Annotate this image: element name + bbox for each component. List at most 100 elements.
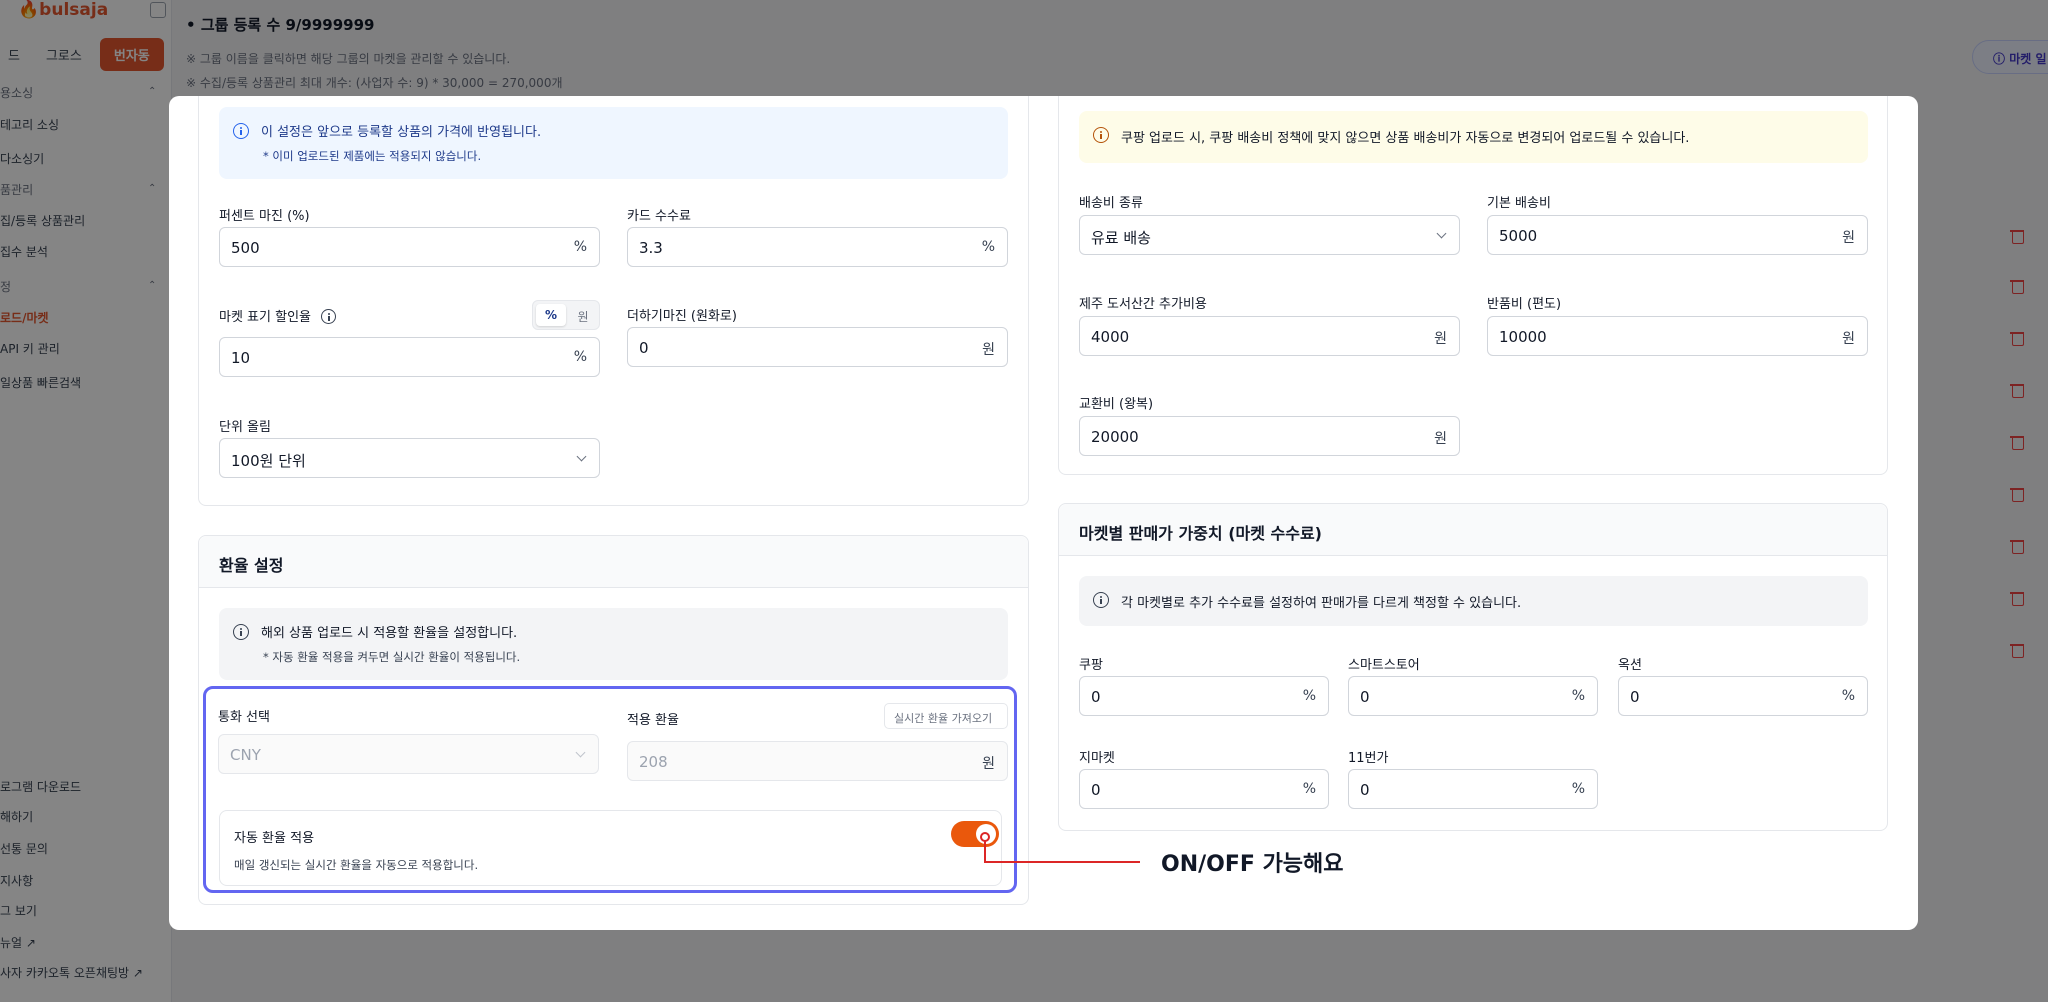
- percent-margin-input[interactable]: 500 %: [219, 227, 600, 267]
- notice-title: 해외 상품 업로드 시 적용할 환율을 설정합니다.: [261, 626, 518, 641]
- unit-label: 원: [982, 342, 995, 358]
- shipping-card: 쿠팡 업로드 시, 쿠팡 배송비 정책에 맞지 않으면 상품 배송비가 자동으로…: [1058, 96, 1888, 475]
- smartstore-input[interactable]: 0 %: [1348, 676, 1598, 716]
- auto-rate-label: 자동 환율 적용: [234, 831, 315, 846]
- market-discount-label: 마켓 표기 할인율: [219, 306, 337, 325]
- return-fee-input[interactable]: 10000 원: [1487, 316, 1868, 356]
- info-icon: [233, 123, 249, 139]
- chevron-down-icon: [576, 451, 587, 462]
- base-fee-input[interactable]: 5000 원: [1487, 215, 1868, 255]
- currency-label: 통화 선택: [218, 710, 270, 725]
- exchange-card-title: 환율 설정: [199, 536, 1028, 588]
- toggle-won[interactable]: 원: [568, 304, 598, 326]
- field-value: 10: [231, 349, 251, 367]
- unit-label: %: [1571, 781, 1585, 797]
- field-value: 500: [231, 239, 260, 257]
- field-value: 0: [1360, 688, 1370, 706]
- pricing-notice: 이 설정은 앞으로 등록할 상품의 가격에 반영됩니다. * 이미 업로드된 제…: [219, 107, 1008, 179]
- card-fee-input[interactable]: 3.3 %: [627, 227, 1008, 267]
- label-text: 마켓 표기 할인율: [219, 310, 311, 325]
- field-value: 10000: [1499, 328, 1547, 346]
- unit-label: %: [573, 349, 587, 365]
- field-value: 0: [1630, 688, 1640, 706]
- unit-label: 원: [1842, 230, 1855, 246]
- select-value: 유료 배송: [1091, 229, 1151, 247]
- market-weights-card: 마켓별 판매가 가중치 (마켓 수수료) 각 마켓별로 추가 수수료를 설정하여…: [1058, 503, 1888, 831]
- unit-label: 원: [982, 756, 995, 772]
- shipping-notice: 쿠팡 업로드 시, 쿠팡 배송비 정책에 맞지 않으면 상품 배송비가 자동으로…: [1079, 111, 1868, 163]
- shipping-type-select[interactable]: 유료 배송: [1079, 215, 1460, 255]
- unit-label: %: [1571, 688, 1585, 704]
- exchange-notice: 해외 상품 업로드 시 적용할 환율을 설정합니다. * 자동 환율 적용을 켜…: [219, 608, 1008, 680]
- base-fee-label: 기본 배송비: [1487, 196, 1551, 211]
- exchange-fee-label: 교환비 (왕복): [1079, 397, 1154, 412]
- jeju-fee-input[interactable]: 4000 원: [1079, 316, 1460, 356]
- pricing-card: 이 설정은 앞으로 등록할 상품의 가격에 반영됩니다. * 이미 업로드된 제…: [198, 96, 1029, 506]
- auction-label: 옥션: [1618, 658, 1642, 673]
- info-icon: [1093, 592, 1109, 608]
- chevron-down-icon: [575, 747, 586, 758]
- unit-label: %: [1302, 688, 1316, 704]
- field-value: 0: [1360, 781, 1370, 799]
- select-value: 100원 단위: [231, 452, 306, 470]
- field-value: 5000: [1499, 227, 1538, 245]
- unit-label: 원: [1842, 331, 1855, 347]
- gmarket-input[interactable]: 0 %: [1079, 769, 1329, 809]
- field-value: 3.3: [639, 239, 663, 257]
- market-discount-input[interactable]: 10 %: [219, 337, 600, 377]
- gmarket-label: 지마켓: [1079, 751, 1115, 766]
- rate-input[interactable]: 208 원: [627, 741, 1008, 781]
- shipping-type-label: 배송비 종류: [1079, 196, 1143, 211]
- exchange-fee-input[interactable]: 20000 원: [1079, 416, 1460, 456]
- unit-label: 원: [1434, 331, 1447, 347]
- unit-label: 원: [1434, 431, 1447, 447]
- fetch-rate-button[interactable]: 실시간 환율 가져오기: [884, 703, 1008, 729]
- field-value: 208: [639, 753, 668, 771]
- market-weights-notice: 각 마켓별로 추가 수수료를 설정하여 판매가를 다르게 책정할 수 있습니다.: [1079, 576, 1868, 626]
- field-value: 20000: [1091, 428, 1139, 446]
- annotation-line: [984, 841, 986, 862]
- coupang-input[interactable]: 0 %: [1079, 676, 1329, 716]
- rounding-select[interactable]: 100원 단위: [219, 438, 600, 478]
- field-value: 0: [1091, 781, 1101, 799]
- toggle-percent[interactable]: %: [536, 304, 566, 326]
- extra-margin-label: 더하기마진 (원화로): [627, 309, 737, 324]
- unit-label: %: [1841, 688, 1855, 704]
- jeju-fee-label: 제주 도서산간 추가비용: [1079, 297, 1207, 312]
- info-icon: [233, 624, 249, 640]
- rounding-label: 단위 올림: [219, 420, 271, 435]
- 11st-label: 11번가: [1348, 751, 1389, 766]
- field-value: 4000: [1091, 328, 1130, 346]
- unit-label: %: [1302, 781, 1316, 797]
- notice-text: 쿠팡 업로드 시, 쿠팡 배송비 정책에 맞지 않으면 상품 배송비가 자동으로…: [1121, 131, 1690, 146]
- auto-rate-desc: 매일 갱신되는 실시간 환율을 자동으로 적용합니다.: [234, 858, 479, 872]
- field-value: 0: [1091, 688, 1101, 706]
- market-weights-title: 마켓별 판매가 가중치 (마켓 수수료): [1059, 504, 1887, 556]
- percent-margin-label: 퍼센트 마진 (%): [219, 209, 310, 224]
- return-fee-label: 반품비 (편도): [1487, 297, 1562, 312]
- extra-margin-input[interactable]: 0 원: [627, 327, 1008, 367]
- info-icon[interactable]: [321, 309, 337, 324]
- annotation-line: [984, 861, 1140, 863]
- auto-rate-toggle[interactable]: [951, 821, 999, 847]
- chevron-down-icon: [1436, 228, 1447, 239]
- currency-select[interactable]: CNY: [218, 734, 599, 774]
- unit-label: %: [981, 239, 995, 255]
- field-value: 0: [639, 339, 649, 357]
- rate-label: 적용 환율: [627, 713, 679, 728]
- auto-rate-box: 자동 환율 적용 매일 갱신되는 실시간 환율을 자동으로 적용합니다.: [219, 810, 1002, 886]
- annotation-text: ON/OFF 가능해요: [1161, 852, 1344, 877]
- notice-text: 각 마켓별로 추가 수수료를 설정하여 판매가를 다르게 책정할 수 있습니다.: [1121, 596, 1522, 611]
- notice-title: 이 설정은 앞으로 등록할 상품의 가격에 반영됩니다.: [261, 125, 542, 140]
- unit-toggle[interactable]: % 원: [532, 300, 600, 330]
- card-fee-label: 카드 수수료: [627, 209, 691, 224]
- notice-sub: * 이미 업로드된 제품에는 적용되지 않습니다.: [263, 149, 482, 163]
- notice-sub: * 자동 환율 적용을 켜두면 실시간 환율이 적용됩니다.: [263, 650, 521, 664]
- select-value: CNY: [230, 746, 261, 764]
- warning-icon: [1093, 127, 1109, 143]
- coupang-label: 쿠팡: [1079, 658, 1103, 673]
- settings-modal: 이 설정은 앞으로 등록할 상품의 가격에 반영됩니다. * 이미 업로드된 제…: [169, 96, 1918, 930]
- auction-input[interactable]: 0 %: [1618, 676, 1868, 716]
- 11st-input[interactable]: 0 %: [1348, 769, 1598, 809]
- smartstore-label: 스마트스토어: [1348, 658, 1420, 673]
